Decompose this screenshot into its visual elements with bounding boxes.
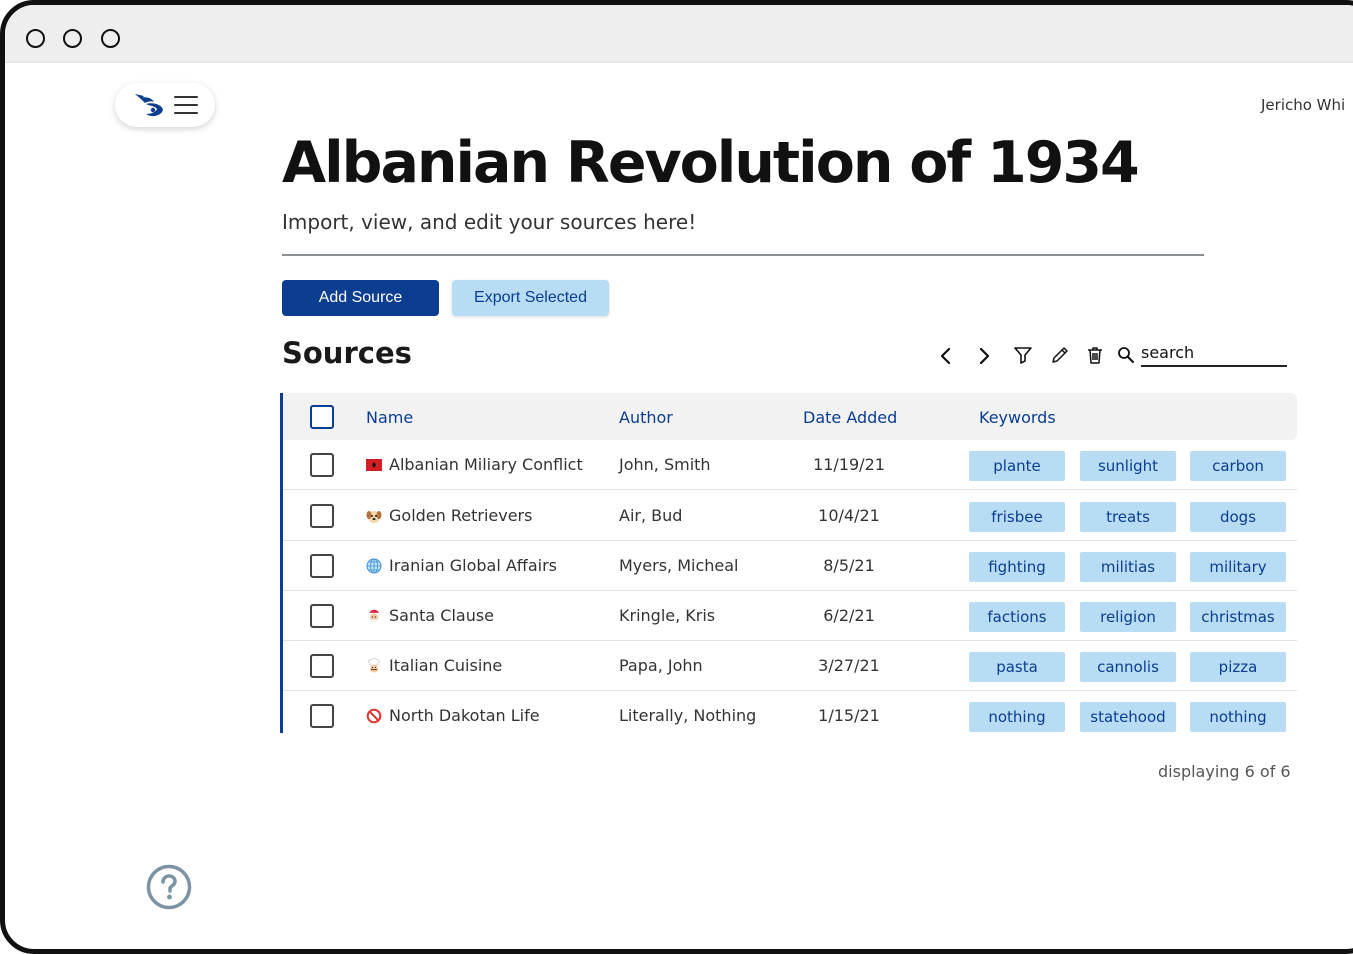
source-date-added: 11/19/21 bbox=[813, 455, 885, 474]
source-author: Papa, John bbox=[619, 656, 703, 675]
chef-icon bbox=[366, 658, 382, 674]
keyword-tag[interactable]: plante bbox=[969, 451, 1065, 481]
row-select-checkbox[interactable] bbox=[310, 704, 334, 728]
select-all-checkbox[interactable] bbox=[310, 405, 334, 429]
row-select-checkbox[interactable] bbox=[310, 654, 334, 678]
display-count: displaying 6 of 6 bbox=[1158, 762, 1291, 781]
add-source-button[interactable]: Add Source bbox=[282, 280, 439, 316]
column-header-keywords[interactable]: Keywords bbox=[979, 408, 1056, 427]
delete-trash-icon[interactable] bbox=[1083, 343, 1107, 367]
source-author: John, Smith bbox=[619, 455, 711, 474]
table-header: Name Author Date Added Keywords bbox=[283, 393, 1297, 440]
prohibited-icon bbox=[366, 708, 382, 724]
page-subtitle: Import, view, and edit your sources here… bbox=[282, 210, 697, 234]
albania-flag-icon bbox=[366, 457, 382, 473]
keyword-tag[interactable]: carbon bbox=[1190, 451, 1286, 481]
previous-page-icon[interactable] bbox=[934, 344, 958, 368]
next-page-icon[interactable] bbox=[972, 344, 996, 368]
source-date-added: 6/2/21 bbox=[823, 606, 875, 625]
table-row[interactable]: North Dakotan Life Literally, Nothing 1/15… bbox=[283, 691, 1297, 741]
row-select-checkbox[interactable] bbox=[310, 453, 334, 477]
header-divider bbox=[282, 254, 1204, 256]
row-select-checkbox[interactable] bbox=[310, 554, 334, 578]
source-date-added: 10/4/21 bbox=[818, 506, 880, 525]
filter-icon[interactable] bbox=[1011, 343, 1035, 367]
table-row[interactable]: Santa Clause Kringle, Kris 6/2/21 factions r… bbox=[283, 591, 1297, 641]
keyword-tag[interactable]: nothing bbox=[1190, 702, 1286, 732]
column-header-date-added[interactable]: Date Added bbox=[803, 408, 897, 427]
source-name[interactable]: Iranian Global Affairs bbox=[389, 556, 557, 575]
table-row[interactable]: Golden Retrievers Air, Bud 10/4/21 frisbee t… bbox=[283, 491, 1297, 541]
source-date-added: 8/5/21 bbox=[823, 556, 875, 575]
keyword-tag[interactable]: dogs bbox=[1190, 502, 1286, 532]
search-icon bbox=[1114, 343, 1138, 367]
keyword-tag[interactable]: treats bbox=[1080, 502, 1176, 532]
table-row[interactable]: Albanian Miliary Conflict John, Smith 11/1… bbox=[283, 440, 1297, 490]
column-header-author[interactable]: Author bbox=[619, 408, 673, 427]
window-minimize-button[interactable] bbox=[63, 29, 82, 48]
source-author: Kringle, Kris bbox=[619, 606, 716, 625]
page-title: Albanian Revolution of 1934 bbox=[282, 130, 1140, 196]
keyword-tag[interactable]: religion bbox=[1080, 602, 1176, 632]
table-row[interactable]: Iranian Global Affairs Myers, Micheal 8/5/… bbox=[283, 541, 1297, 591]
santa-icon bbox=[366, 608, 382, 624]
source-name[interactable]: North Dakotan Life bbox=[389, 706, 540, 725]
window-close-button[interactable] bbox=[26, 29, 45, 48]
globe-icon bbox=[366, 558, 382, 574]
keyword-tag[interactable]: pasta bbox=[969, 652, 1065, 682]
edit-pencil-icon[interactable] bbox=[1048, 343, 1072, 367]
keyword-tag[interactable]: cannolis bbox=[1080, 652, 1176, 682]
keyword-tag[interactable]: christmas bbox=[1190, 602, 1286, 632]
source-author: Air, Bud bbox=[619, 506, 683, 525]
dog-face-icon bbox=[366, 508, 382, 524]
keyword-tag[interactable]: factions bbox=[969, 602, 1065, 632]
source-author: Literally, Nothing bbox=[619, 706, 757, 725]
row-select-checkbox[interactable] bbox=[310, 604, 334, 628]
source-name[interactable]: Santa Clause bbox=[389, 606, 494, 625]
keyword-tag[interactable]: fighting bbox=[969, 552, 1065, 582]
source-author: Myers, Micheal bbox=[619, 556, 739, 575]
window-titlebar bbox=[5, 5, 1353, 63]
window-maximize-button[interactable] bbox=[101, 29, 120, 48]
source-date-added: 1/15/21 bbox=[818, 706, 880, 725]
search-input[interactable] bbox=[1141, 339, 1287, 367]
sources-heading: Sources bbox=[282, 336, 412, 370]
keyword-tag[interactable]: militias bbox=[1080, 552, 1176, 582]
source-name[interactable]: Albanian Miliary Conflict bbox=[389, 455, 583, 474]
keyword-tag[interactable]: military bbox=[1190, 552, 1286, 582]
source-name[interactable]: Italian Cuisine bbox=[389, 656, 502, 675]
keyword-tag[interactable]: pizza bbox=[1190, 652, 1286, 682]
keyword-tag[interactable]: frisbee bbox=[969, 502, 1065, 532]
keyword-tag[interactable]: statehood bbox=[1080, 702, 1176, 732]
column-header-name[interactable]: Name bbox=[366, 408, 413, 427]
logo-menu-pill[interactable] bbox=[115, 83, 215, 127]
row-select-checkbox[interactable] bbox=[310, 504, 334, 528]
hamburger-menu-icon[interactable] bbox=[174, 94, 198, 116]
source-date-added: 3/27/21 bbox=[818, 656, 880, 675]
user-name[interactable]: Jericho Whi bbox=[1261, 96, 1345, 114]
help-question-icon[interactable] bbox=[146, 864, 192, 910]
export-selected-button[interactable]: Export Selected bbox=[452, 280, 609, 316]
source-name[interactable]: Golden Retrievers bbox=[389, 506, 532, 525]
keyword-tag[interactable]: sunlight bbox=[1080, 451, 1176, 481]
app-logo-icon bbox=[135, 94, 163, 117]
keyword-tag[interactable]: nothing bbox=[969, 702, 1065, 732]
table-row[interactable]: Italian Cuisine Papa, John 3/27/21 pasta can… bbox=[283, 641, 1297, 691]
